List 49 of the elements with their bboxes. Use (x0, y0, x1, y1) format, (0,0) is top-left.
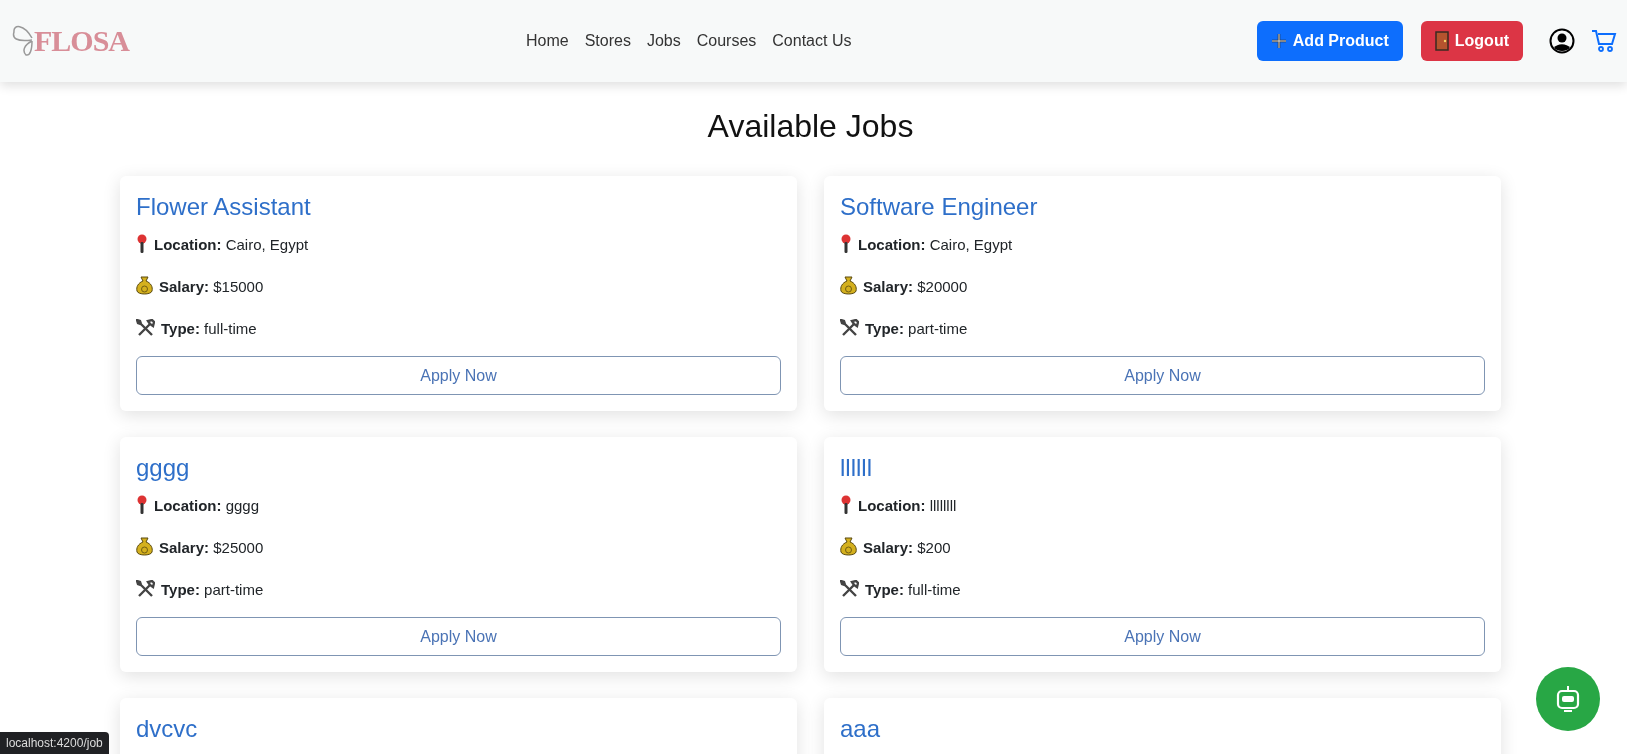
job-detail: Type: full-time (865, 580, 961, 598)
job-title: llllll (840, 453, 873, 483)
nav-link[interactable]: Jobs (646, 32, 681, 50)
user-account-icon[interactable] (1549, 28, 1575, 54)
tools-icon (840, 318, 859, 338)
job-detail: Salary: $25000 (159, 538, 264, 556)
pin-icon (136, 234, 148, 254)
apply-now-button[interactable]: Apply Now (840, 356, 1485, 395)
link-url: localhost:4200/job (6, 736, 103, 750)
job-detail: Salary: $20000 (863, 277, 968, 295)
job-detail: Type: part-time (161, 580, 264, 598)
job-detail: Salary: $200 (863, 538, 951, 556)
robot-icon (1555, 685, 1581, 713)
job-detail: Location: llllllll (858, 496, 957, 514)
job-title: gggg (136, 453, 191, 483)
job-detail: Salary: $15000 (159, 277, 264, 295)
plus-icon (1270, 33, 1287, 49)
money-bag-icon (136, 537, 153, 557)
apply-now-button[interactable]: Apply Now (136, 356, 781, 395)
tools-icon (136, 579, 155, 599)
job-title: Flower Assistant (136, 192, 312, 222)
add-product-button[interactable]: Add Product (1256, 21, 1403, 61)
money-bag-icon (840, 276, 857, 296)
job-title: aaa (840, 714, 882, 744)
job-detail: Location: gggg (154, 496, 260, 514)
job-title: Software Engineer (840, 192, 1039, 222)
pin-icon (136, 495, 148, 515)
butterfly-icon (12, 24, 34, 58)
door-icon (1434, 31, 1449, 51)
job-title: dvcvc (136, 714, 199, 744)
nav-link[interactable]: Courses (696, 32, 757, 50)
job-detail: Type: full-time (161, 319, 257, 337)
tools-icon (136, 318, 155, 338)
nav-link[interactable]: Stores (584, 32, 631, 50)
cart-icon[interactable] (1591, 28, 1617, 54)
pin-icon (840, 495, 852, 515)
logout-button[interactable]: Logout (1420, 21, 1523, 61)
nav-link[interactable]: Contact Us (772, 32, 852, 50)
money-bag-icon (136, 276, 153, 296)
pin-icon (840, 234, 852, 254)
nav-link[interactable]: Home (526, 32, 569, 50)
money-bag-icon (840, 537, 857, 557)
job-detail: Location: Cairo, Egypt (858, 235, 1013, 253)
tools-icon (840, 579, 859, 599)
job-detail: Type: part-time (865, 319, 968, 337)
job-detail: Location: Cairo, Egypt (154, 235, 309, 253)
page-heading: Available Jobs (706, 107, 915, 146)
apply-now-button[interactable]: Apply Now (136, 617, 781, 656)
apply-now-button[interactable]: Apply Now (840, 617, 1485, 656)
